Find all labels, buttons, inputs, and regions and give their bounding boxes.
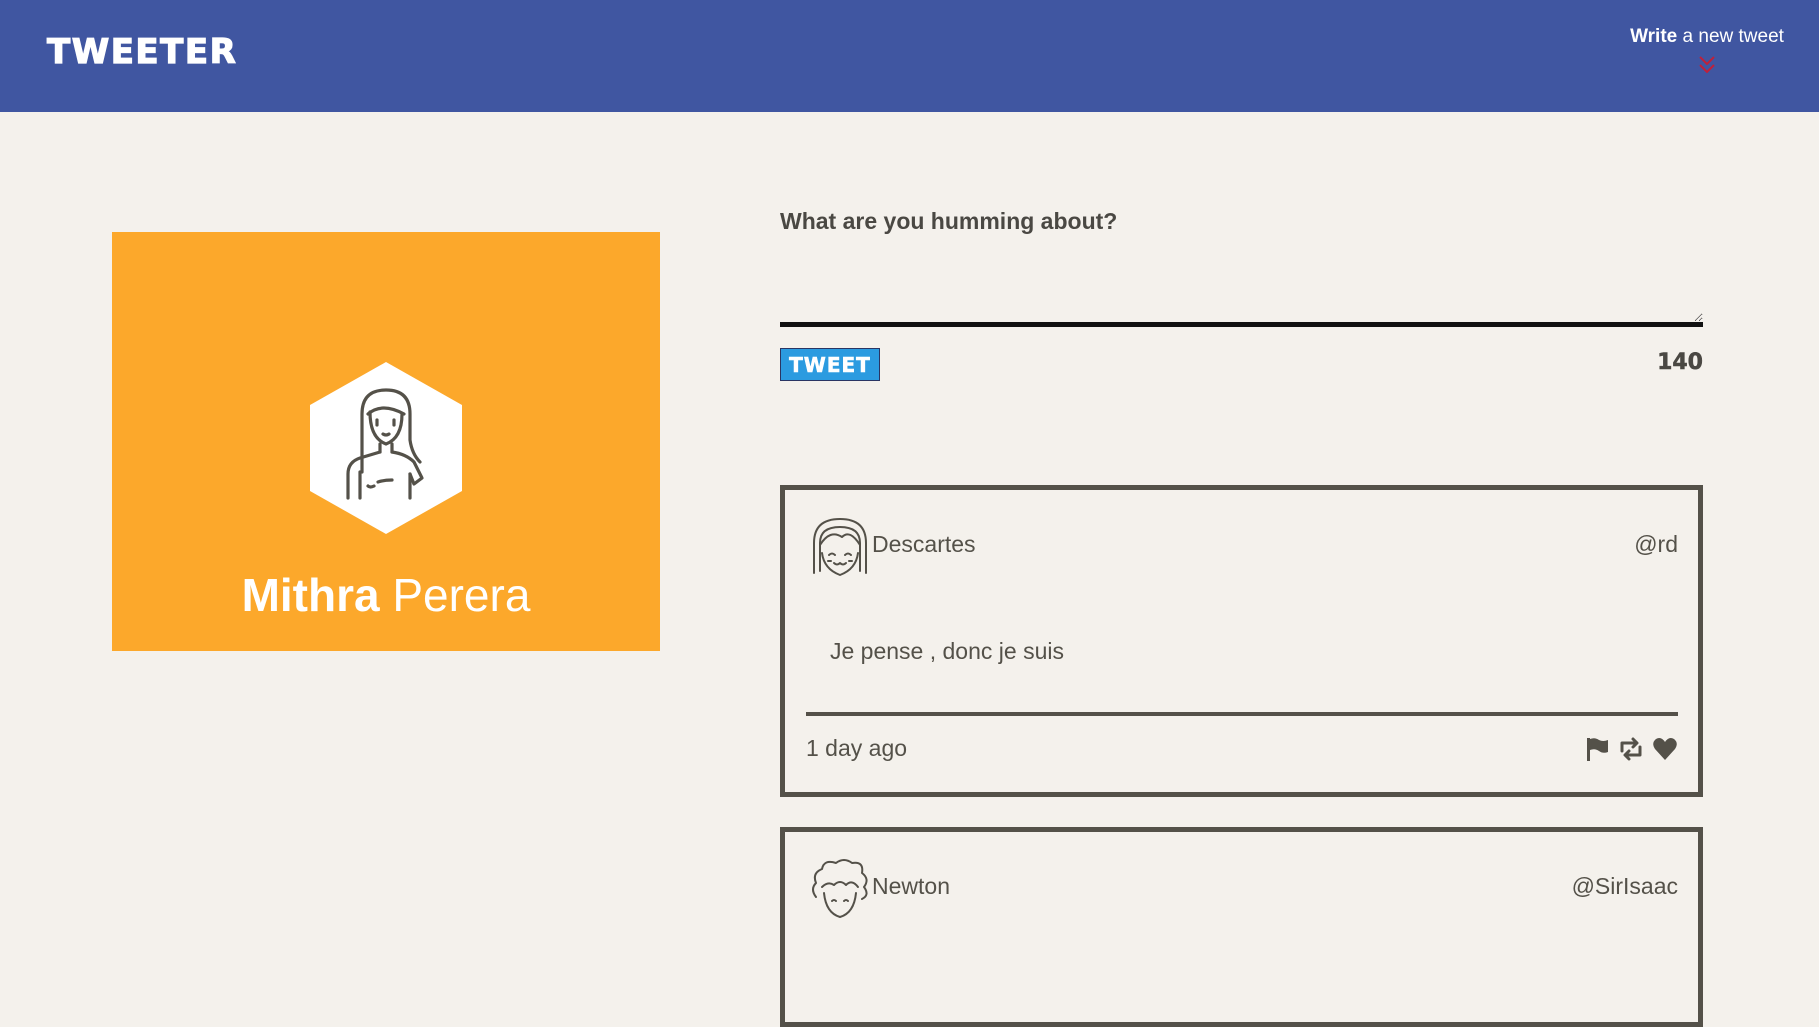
tweet-divider: [806, 712, 1678, 716]
tweet-card: Newton @SirIsaac: [780, 827, 1703, 1027]
tweet-textarea[interactable]: [780, 255, 1703, 327]
compose-toggle-button[interactable]: Write a new tweet: [1622, 26, 1792, 76]
profile-card: Mithra Perera: [112, 232, 660, 651]
tweet-author-name[interactable]: Descartes: [872, 531, 976, 558]
compose-form: What are you humming about? TWEET 140: [780, 208, 1703, 382]
heart-icon[interactable]: [1652, 736, 1678, 762]
char-counter: 140: [1657, 350, 1703, 376]
tweet-button[interactable]: TWEET: [780, 348, 880, 381]
newton-avatar-icon: [812, 859, 868, 918]
compose-toggle-label: a new tweet: [1677, 26, 1784, 47]
compose-label: What are you humming about?: [780, 208, 1118, 234]
brand-logo[interactable]: TWEETER: [46, 31, 237, 72]
top-nav: TWEETER Write a new tweet: [0, 0, 1819, 112]
profile-last-name: Perera: [379, 569, 531, 621]
compose-toggle-bold: Write: [1630, 26, 1678, 47]
tweet-header: Descartes @rd: [810, 515, 1678, 579]
tweet-author-handle[interactable]: @SirIsaac: [1572, 873, 1678, 900]
woman-avatar-icon: [310, 362, 462, 534]
tweet-content: Je pense , donc je suis: [830, 638, 1064, 664]
tweet-timestamp: 1 day ago: [806, 735, 908, 761]
flag-icon[interactable]: [1584, 736, 1610, 762]
tweet-header: Newton @SirIsaac: [810, 857, 1678, 921]
double-chevron-down-icon[interactable]: [1697, 54, 1717, 76]
compose-actions: TWEET 140: [780, 348, 1703, 382]
tweet-author-handle[interactable]: @rd: [1634, 531, 1678, 558]
tweet-actions: [1584, 736, 1678, 762]
tweet-card: Descartes @rd Je pense , donc je suis 1 …: [780, 485, 1703, 797]
retweet-icon[interactable]: [1618, 736, 1644, 762]
profile-name: Mithra Perera: [112, 568, 660, 623]
profile-first-name: Mithra: [241, 569, 380, 621]
tweet-author-name[interactable]: Newton: [872, 873, 950, 900]
descartes-avatar-icon: [813, 518, 867, 576]
